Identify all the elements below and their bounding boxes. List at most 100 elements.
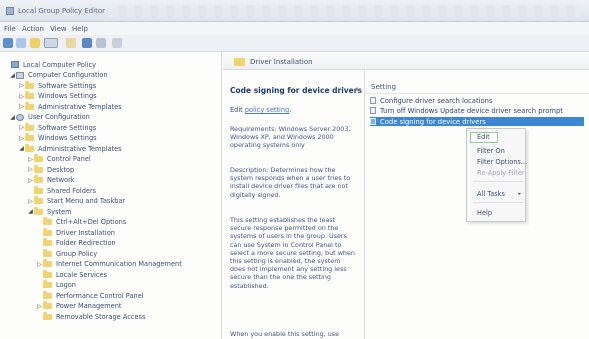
tree-item[interactable]: ▷ Desktop: [27, 164, 74, 174]
menu-bar: File Action View Help: [0, 22, 589, 35]
window-title: Local Group Policy Editor: [18, 7, 105, 15]
expand-toggle-icon[interactable]: ▷: [27, 198, 34, 205]
expand-toggle-icon[interactable]: ◢: [18, 145, 25, 152]
folder-icon: [25, 80, 34, 89]
tree-item-label: System: [47, 207, 72, 216]
expand-toggle-icon[interactable]: ◢: [9, 114, 16, 121]
app-icon: [6, 7, 14, 15]
tree-item-label: Control Panel: [47, 155, 91, 163]
description-body: This setting establishes the least secur…: [230, 216, 355, 290]
tree-item[interactable]: Shared Folders: [27, 185, 97, 195]
policy-setting-icon: [370, 107, 376, 114]
tree-item[interactable]: Locale Services: [36, 269, 108, 279]
tree-item[interactable]: Performance Control Panel: [36, 290, 144, 300]
properties-icon[interactable]: [66, 38, 76, 48]
show-hide-tree-icon[interactable]: [44, 38, 58, 48]
tree-item[interactable]: Group Policy: [36, 248, 97, 258]
tree-item-label: Shared Folders: [47, 186, 97, 195]
expand-toggle-icon[interactable]: ▷: [18, 103, 25, 110]
tree-item[interactable]: Ctrl+Alt+Del Options: [36, 217, 127, 227]
help-icon[interactable]: [82, 38, 92, 48]
setting-row-selected[interactable]: Code signing for device drivers: [370, 117, 584, 126]
tree-item[interactable]: Removable Storage Access: [36, 311, 145, 321]
tree-item-label: Power Management: [56, 302, 122, 310]
expand-toggle-icon[interactable]: ▷: [18, 135, 25, 142]
tree-item[interactable]: ▷ Software Settings: [18, 80, 96, 90]
setting-row[interactable]: Turn off Windows Update device driver se…: [370, 106, 563, 115]
description-body-continued: When you enable this setting, use: [230, 330, 340, 338]
tree-item[interactable]: ▷ Software Settings: [18, 122, 96, 132]
tree-item[interactable]: ▷ Windows Settings: [18, 91, 97, 101]
tree-item[interactable]: Folder Redirection: [36, 238, 116, 248]
expand-toggle-icon[interactable]: ▷: [36, 261, 43, 268]
context-filter-on[interactable]: Filter On: [477, 147, 505, 155]
folder-icon: [43, 238, 52, 246]
tree-item[interactable]: ◢ User Configuration: [9, 113, 90, 122]
tree-item[interactable]: ◢ Computer Configuration: [9, 71, 107, 80]
folder-icon: [34, 164, 43, 173]
user-icon: [16, 113, 24, 121]
expand-toggle-icon[interactable]: ▷: [27, 177, 34, 184]
expand-toggle-icon[interactable]: ◢: [9, 72, 16, 79]
policy-setting-icon: [370, 118, 376, 125]
tree-item[interactable]: ◢ Administrative Templates: [18, 143, 122, 153]
context-edit[interactable]: Edit: [470, 132, 498, 143]
edit-policy-setting-link[interactable]: policy setting: [245, 106, 289, 114]
up-folder-icon[interactable]: [30, 38, 40, 48]
tree-item[interactable]: ▷ Network: [27, 175, 75, 185]
tree-item[interactable]: ◢ System: [27, 206, 72, 216]
export-list-icon[interactable]: [96, 38, 106, 48]
menu-view[interactable]: View: [50, 25, 67, 33]
expand-toggle-icon[interactable]: ▷: [18, 82, 25, 89]
tree-item-label: Administrative Templates: [38, 102, 122, 111]
setting-row[interactable]: Configure driver search locations: [370, 96, 493, 105]
tree-item[interactable]: Local Computer Policy: [4, 60, 96, 69]
context-filter-options[interactable]: Filter Options...: [477, 158, 527, 166]
app-window: Local Group Policy Editor File Action Vi…: [0, 0, 589, 339]
folder-icon: [25, 133, 34, 141]
context-all-tasks[interactable]: All Tasks: [477, 190, 505, 198]
scroll-up-icon[interactable]: ▲: [355, 86, 359, 92]
tree-item-label: Driver Installation: [56, 228, 115, 237]
navigation-tree: Local Computer Policy ◢ Computer Configura…: [0, 52, 222, 339]
menu-file[interactable]: File: [4, 25, 16, 33]
tree-item[interactable]: ▷ Windows Settings: [18, 133, 97, 143]
folder-icon: [34, 206, 43, 215]
edit-suffix: .: [289, 106, 292, 114]
menu-separator: [473, 202, 523, 203]
tree-item-label: Ctrl+Alt+Del Options: [56, 218, 127, 226]
expand-toggle-icon[interactable]: ▷: [18, 93, 25, 100]
policy-icon: [11, 61, 19, 68]
tree-item[interactable]: Logon: [36, 280, 76, 290]
folder-icon: [25, 143, 34, 152]
tree-item[interactable]: ▷ Internet Communication Management: [36, 259, 182, 269]
tree-item[interactable]: ▷ Administrative Templates: [18, 101, 122, 111]
tree-item[interactable]: ▷ Power Management: [36, 301, 122, 311]
back-icon[interactable]: [3, 38, 13, 48]
folder-icon: [43, 259, 52, 267]
folder-icon: [34, 154, 43, 162]
context-help[interactable]: Help: [477, 209, 492, 217]
title-bar: Local Group Policy Editor: [0, 0, 589, 22]
filter-icon[interactable]: [112, 38, 122, 48]
menu-help[interactable]: Help: [72, 25, 88, 33]
menu-action[interactable]: Action: [22, 25, 44, 33]
policy-setting-icon: [370, 97, 376, 104]
tree-item[interactable]: ▷ Control Panel: [27, 154, 91, 164]
tree-item[interactable]: Driver Installation: [36, 227, 115, 237]
description-text: Description: Determines how the system r…: [230, 166, 351, 199]
folder-icon: [43, 290, 52, 299]
tree-item-label: Local Computer Policy: [23, 60, 97, 69]
setting-label: Turn off Windows Update device driver se…: [380, 106, 563, 115]
expand-toggle-icon[interactable]: ◢: [27, 208, 34, 215]
expand-toggle-icon[interactable]: ▷: [27, 156, 34, 163]
expand-toggle-icon[interactable]: ▷: [27, 166, 34, 173]
edit-prefix: Edit: [230, 106, 245, 114]
setting-column-header[interactable]: Setting: [371, 83, 396, 91]
expand-toggle-icon[interactable]: ▷: [18, 124, 25, 131]
forward-icon[interactable]: [16, 38, 26, 48]
tree-item-label: Locale Services: [56, 270, 108, 279]
requirements-text: Requirements: Windows Server 2003, Windo…: [230, 125, 351, 150]
tree-item[interactable]: ▷ Start Menu and Taskbar: [27, 196, 125, 206]
expand-toggle-icon[interactable]: ▷: [36, 303, 43, 310]
